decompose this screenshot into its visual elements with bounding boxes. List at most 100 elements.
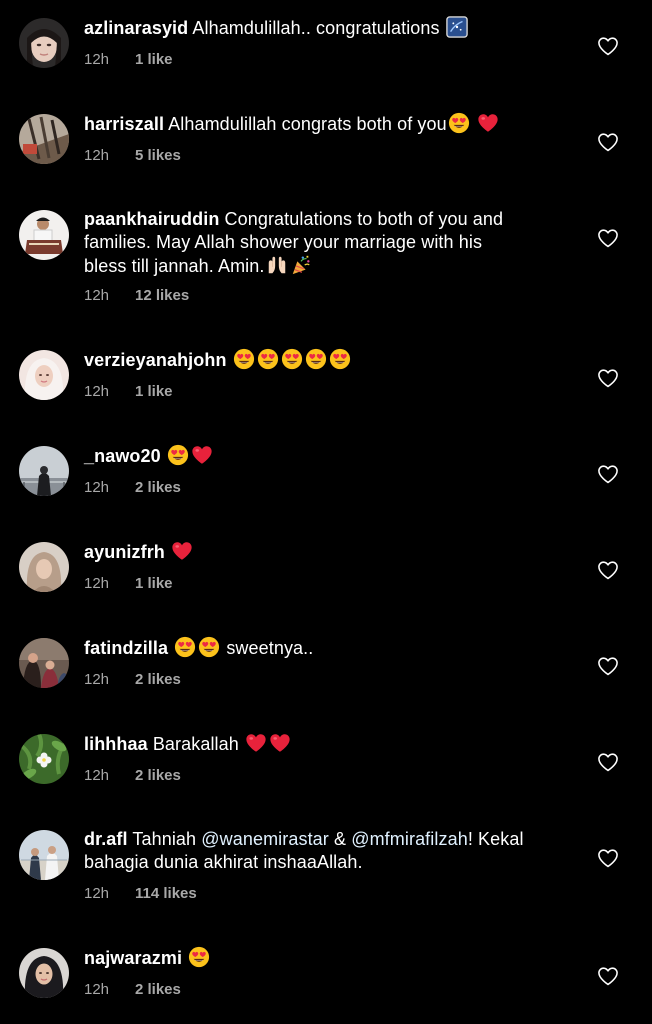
comment-username[interactable]: verzieyanahjohn — [84, 350, 227, 370]
raised-hands-emoji-icon — [266, 254, 288, 276]
avatar[interactable] — [19, 734, 69, 784]
comment-likes[interactable]: 1 like — [135, 383, 173, 400]
comment-time: 12h — [84, 767, 110, 784]
like-button[interactable] — [597, 966, 619, 986]
comment-text: verzieyanahjohn — [84, 348, 554, 372]
red-heart-emoji-icon — [477, 112, 499, 134]
comment-username[interactable]: paankhairuddin — [84, 209, 219, 229]
heart-eyes-emoji-icon — [281, 348, 303, 370]
like-button[interactable] — [597, 132, 619, 152]
comment-time: 12h — [84, 885, 110, 902]
like-button[interactable] — [597, 656, 619, 676]
comment-meta: 12h 1 like — [84, 575, 173, 592]
heart-eyes-emoji-icon — [257, 348, 279, 370]
like-button[interactable] — [597, 464, 619, 484]
comment-username[interactable]: azlinarasyid — [84, 18, 188, 38]
comment-username[interactable]: lihhhaa — [84, 734, 148, 754]
heart-outline-icon — [597, 752, 619, 772]
comment-meta: 12h 2 likes — [84, 671, 181, 688]
heart-eyes-emoji-icon — [233, 348, 255, 370]
avatar-man-icon — [19, 210, 69, 260]
comment-message-line3: bless till jannah. Amin. — [84, 256, 265, 276]
comment-username[interactable]: dr.afl — [84, 829, 128, 849]
avatar-hijab-dark-icon — [19, 948, 69, 998]
heart-outline-icon — [597, 464, 619, 484]
heart-eyes-emoji-icon — [174, 636, 196, 658]
comment-text: paankhairuddin Congratulations to both o… — [84, 208, 554, 278]
heart-eyes-emoji-icon — [167, 444, 189, 466]
comment-text: dr.afl Tahniah @wanemirastar & @mfmirafi… — [84, 828, 554, 874]
heart-outline-icon — [597, 848, 619, 868]
comment-username[interactable]: harriszall — [84, 114, 164, 134]
comment-likes[interactable]: 114 likes — [135, 885, 197, 902]
avatar[interactable] — [19, 830, 69, 880]
comment-username[interactable]: _nawo20 — [84, 446, 161, 466]
avatar-photo-icon — [19, 114, 69, 164]
avatar[interactable] — [19, 542, 69, 592]
comment-time: 12h — [84, 981, 110, 998]
comment-username[interactable]: najwarazmi — [84, 948, 182, 968]
heart-outline-icon — [597, 368, 619, 388]
heart-eyes-emoji-icon — [448, 112, 470, 134]
avatar-scenery-icon — [19, 446, 69, 496]
comment-message-post: ! Kekal — [467, 829, 524, 849]
comment-message: sweetnya.. — [226, 638, 314, 658]
avatar[interactable] — [19, 18, 69, 68]
avatar-hijab-beige-icon — [19, 542, 69, 592]
comment-username[interactable]: fatindzilla — [84, 638, 168, 658]
comment-time: 12h — [84, 575, 110, 592]
comment-meta: 12h 2 likes — [84, 767, 181, 784]
avatar[interactable] — [19, 638, 69, 688]
avatar-group-icon — [19, 638, 69, 688]
avatar[interactable] — [19, 350, 69, 400]
comment-message: Alhamdulillah congrats both of you — [168, 114, 447, 134]
comment-text: azlinarasyid Alhamdulillah.. congratulat… — [84, 16, 554, 40]
avatar-outdoor-icon — [19, 830, 69, 880]
avatar[interactable] — [19, 948, 69, 998]
comment-likes[interactable]: 2 likes — [135, 671, 181, 688]
comment-message-line2: families. May Allah shower your marriage… — [84, 232, 483, 252]
red-heart-emoji-icon — [171, 540, 193, 562]
avatar[interactable] — [19, 114, 69, 164]
comment-time: 12h — [84, 147, 110, 164]
red-heart-emoji-icon — [269, 732, 291, 754]
like-button[interactable] — [597, 368, 619, 388]
heart-eyes-emoji-icon — [305, 348, 327, 370]
red-heart-emoji-icon — [245, 732, 267, 754]
avatar[interactable] — [19, 210, 69, 260]
like-button[interactable] — [597, 848, 619, 868]
comment-likes[interactable]: 2 likes — [135, 479, 181, 496]
sparkle-emoji-icon — [445, 16, 468, 38]
mention-link[interactable]: @wanemirastar — [201, 829, 329, 849]
comment-likes[interactable]: 1 like — [135, 575, 173, 592]
comment-meta: 12h 2 likes — [84, 981, 181, 998]
avatar[interactable] — [19, 446, 69, 496]
comment-time: 12h — [84, 671, 110, 688]
avatar-flower-icon — [19, 734, 69, 784]
avatar-woman-icon — [19, 18, 69, 68]
comment-text: ayunizfrh — [84, 540, 554, 564]
comment-likes[interactable]: 2 likes — [135, 767, 181, 784]
like-button[interactable] — [597, 36, 619, 56]
comment-meta: 12h 1 like — [84, 51, 173, 68]
like-button[interactable] — [597, 560, 619, 580]
comment-meta: 12h 114 likes — [84, 885, 197, 902]
comment-text: najwarazmi — [84, 946, 554, 970]
comment-message-mid: & — [334, 829, 347, 849]
like-button[interactable] — [597, 752, 619, 772]
like-button[interactable] — [597, 228, 619, 248]
comment-likes[interactable]: 5 likes — [135, 147, 181, 164]
comment-text: lihhhaa Barakallah — [84, 732, 554, 756]
heart-eyes-emoji-icon — [329, 348, 351, 370]
comment-time: 12h — [84, 287, 110, 304]
heart-eyes-emoji-icon — [188, 946, 210, 968]
heart-outline-icon — [597, 132, 619, 152]
comment-likes[interactable]: 12 likes — [135, 287, 189, 304]
comment-text: fatindzilla sweetnya.. — [84, 636, 554, 660]
comment-likes[interactable]: 2 likes — [135, 981, 181, 998]
comment-message-line2: bahagia dunia akhirat inshaaAllah. — [84, 852, 363, 872]
mention-link[interactable]: @mfmirafilzah — [351, 829, 468, 849]
comment-username[interactable]: ayunizfrh — [84, 542, 165, 562]
comment-likes[interactable]: 1 like — [135, 51, 173, 68]
red-heart-emoji-icon — [191, 444, 213, 466]
